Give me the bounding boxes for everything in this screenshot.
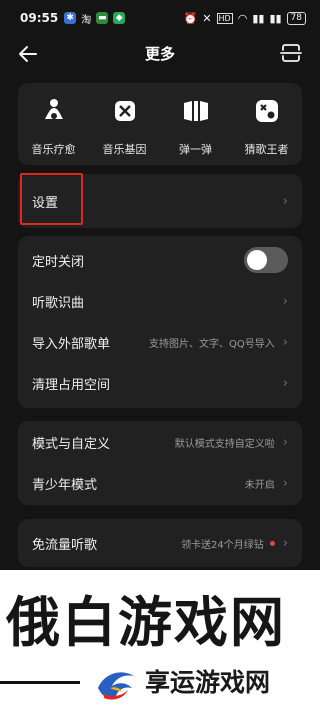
free-data-row[interactable]: 免流量听歌 领卡送24个月绿钻 › xyxy=(18,524,302,562)
wechat-notification-icon: ▬ xyxy=(96,12,109,24)
free-data-card: 免流量听歌 领卡送24个月绿钻 › xyxy=(18,519,302,567)
feature-label: 弹一弹 xyxy=(179,143,212,156)
feature-label: 音乐基因 xyxy=(102,143,147,156)
feature-music-gene[interactable]: 音乐基因 xyxy=(90,97,160,165)
piano-icon xyxy=(183,101,208,121)
scan-icon[interactable] xyxy=(280,42,302,64)
status-time: 09:55 xyxy=(20,11,59,25)
clear-space-label: 清理占用空间 xyxy=(32,377,111,393)
shield-notification-icon: ◆ xyxy=(113,12,126,24)
sleep-timer-row[interactable]: 定时关闭 xyxy=(18,241,302,279)
mode-custom-hint: 默认模式支持自定义啦 xyxy=(174,438,275,450)
hd-icon: HD xyxy=(216,12,233,24)
watermark-text-bottom: 享运游戏网 xyxy=(145,668,271,697)
import-playlist-hint: 支持图片、文字、QQ号导入 xyxy=(149,338,275,350)
signal-icon: ▮▮ xyxy=(252,11,265,25)
settings-highlight-box xyxy=(20,173,83,225)
feature-tap-tap[interactable]: 弹一弹 xyxy=(161,97,231,165)
sleep-timer-toggle[interactable] xyxy=(244,247,288,273)
clear-space-row[interactable]: 清理占用空间 › xyxy=(18,364,302,402)
feature-guess-song[interactable]: 猜歌王者 xyxy=(232,97,302,165)
music-quiz-icon xyxy=(255,100,278,122)
import-playlist-row[interactable]: 导入外部歌单 支持图片、文字、QQ号导入 › xyxy=(18,323,302,361)
chevron-right-icon: › xyxy=(282,334,288,350)
wifi-icon: ◠ xyxy=(237,11,248,25)
top-bar: 更多 xyxy=(0,36,320,72)
page-title: 更多 xyxy=(144,45,175,63)
youth-mode-status: 未开启 xyxy=(244,479,275,491)
song-recognition-label: 听歌识曲 xyxy=(32,295,85,311)
meditation-icon xyxy=(44,99,63,119)
feature-music-healing[interactable]: 音乐疗愈 xyxy=(19,97,89,165)
chevron-right-icon: › xyxy=(282,193,288,209)
feature-label: 猜歌王者 xyxy=(244,143,289,156)
signal-icon-2: ▮▮ xyxy=(269,11,282,25)
free-data-label: 免流量听歌 xyxy=(32,537,98,553)
song-recognition-row[interactable]: 听歌识曲 › xyxy=(18,282,302,320)
free-data-promo: 领卡送24个月绿钻 xyxy=(181,539,264,551)
watermark-text-top: 俄白游戏网 xyxy=(6,590,286,654)
dragon-logo-icon xyxy=(98,672,134,700)
sleep-timer-label: 定时关闭 xyxy=(32,254,85,270)
dna-icon xyxy=(114,101,135,121)
mode-custom-label: 模式与自定义 xyxy=(32,436,111,452)
feature-grid: 音乐疗愈 音乐基因 弹一弹 猜歌王者 xyxy=(18,83,302,165)
tools-card: 定时关闭 听歌识曲 › 导入外部歌单 支持图片、文字、QQ号导入 › 清理占用空… xyxy=(18,236,302,408)
feature-label: 音乐疗愈 xyxy=(31,143,76,156)
status-bar: 09:55 ✱ 淘 ▬ ◆ ⏰ ✕ HD ◠ ▮▮ ▮▮ 78 xyxy=(0,0,320,36)
badge-dot xyxy=(269,540,275,546)
chevron-right-icon: › xyxy=(282,375,288,391)
watermark-line xyxy=(0,681,80,684)
chevron-right-icon: › xyxy=(282,475,288,491)
chevron-right-icon: › xyxy=(282,434,288,450)
battery-indicator: 78 xyxy=(286,11,306,25)
app-notification-icon: ✱ xyxy=(64,12,77,24)
youth-mode-row[interactable]: 青少年模式 未开启 › xyxy=(18,464,302,502)
mode-card: 模式与自定义 默认模式支持自定义啦 › 青少年模式 未开启 › xyxy=(18,421,302,505)
import-playlist-label: 导入外部歌单 xyxy=(32,336,111,352)
alarm-icon: ⏰ xyxy=(183,11,198,25)
taobao-notification-icon: 淘 xyxy=(81,14,92,26)
watermark-banner: 俄白游戏网 享运游戏网 xyxy=(0,570,320,715)
mode-custom-row[interactable]: 模式与自定义 默认模式支持自定义啦 › xyxy=(18,423,302,461)
toggle-knob xyxy=(247,250,267,270)
mute-icon: ✕ xyxy=(202,11,212,25)
youth-mode-label: 青少年模式 xyxy=(32,477,98,493)
chevron-right-icon: › xyxy=(282,293,288,309)
chevron-right-icon: › xyxy=(282,535,288,551)
